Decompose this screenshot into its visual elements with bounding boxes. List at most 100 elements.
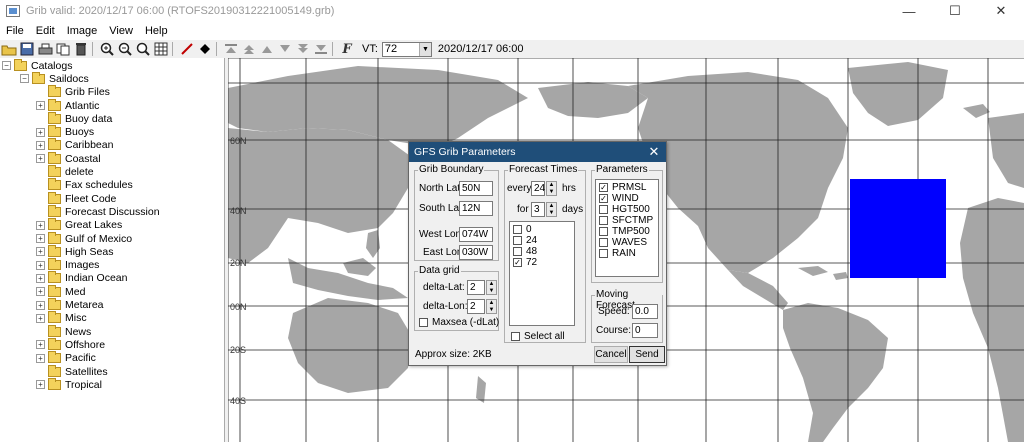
parameter-checkbox[interactable] — [599, 249, 608, 258]
copy-icon[interactable] — [54, 41, 72, 57]
maxsea-checkbox[interactable] — [419, 318, 428, 327]
forecast-time-checkbox[interactable]: ✓ — [513, 258, 522, 267]
expand-icon[interactable]: + — [36, 234, 45, 244]
tree-item[interactable]: + Metarea — [36, 298, 104, 311]
delta-lat-spinner[interactable]: ▲ ▼ — [486, 280, 497, 295]
parameter-checkbox[interactable]: ✓ — [599, 194, 608, 203]
select-all-checkbox[interactable] — [511, 332, 520, 341]
speed-input[interactable]: 0.0 — [632, 304, 658, 319]
spin-up-icon[interactable]: ▲ — [549, 182, 555, 188]
maxsea-checkbox-row[interactable]: Maxsea (-dLat) — [419, 317, 499, 328]
tree-item[interactable]: + Great Lakes — [36, 218, 122, 232]
print-icon[interactable] — [36, 41, 54, 57]
expand-icon[interactable]: + — [36, 273, 45, 283]
tree-item[interactable]: + Buoys — [36, 125, 94, 139]
parameter-checkbox[interactable] — [599, 216, 608, 225]
forecast-time-checkbox[interactable] — [513, 247, 522, 256]
expand-icon[interactable]: + — [36, 380, 45, 390]
for-days-input[interactable]: 3 — [531, 202, 545, 217]
collapse-icon[interactable]: − — [2, 61, 11, 71]
forecast-time-item[interactable]: 48 — [510, 246, 574, 257]
spin-up-icon[interactable]: ▲ — [549, 203, 555, 209]
spin-up-icon[interactable]: ▲ — [489, 281, 495, 287]
parameters-list[interactable]: ✓ PRMSL ✓ WIND HGT500 SFCTMP TMP500 WAVES RAIN — [595, 179, 659, 277]
parameter-checkbox[interactable] — [599, 227, 608, 236]
expand-icon[interactable]: + — [36, 220, 45, 230]
menu-file[interactable]: File — [0, 25, 30, 37]
first-frame-icon[interactable] — [222, 41, 240, 57]
trash-icon[interactable] — [72, 41, 90, 57]
tree-saildocs[interactable]: − Saildocs — [20, 71, 89, 85]
draw-line-icon[interactable] — [178, 41, 196, 57]
tree-item[interactable]: + Tropical — [36, 377, 102, 391]
select-all-row[interactable]: Select all — [511, 331, 565, 342]
minimize-button[interactable]: — — [886, 0, 932, 22]
tree-item[interactable]: + Images — [36, 258, 99, 272]
menu-edit[interactable]: Edit — [30, 25, 61, 37]
parameter-checkbox[interactable] — [599, 238, 608, 247]
expand-icon[interactable]: + — [36, 260, 45, 270]
menu-image[interactable]: Image — [61, 25, 104, 37]
tree-item[interactable]: delete — [48, 165, 94, 178]
delta-lon-input[interactable]: 2 — [467, 299, 485, 314]
double-down-icon[interactable] — [294, 41, 312, 57]
every-hours-input[interactable]: 24 — [531, 181, 545, 196]
tree-item[interactable]: Grib Files — [48, 85, 110, 99]
expand-icon[interactable]: + — [36, 247, 45, 257]
zoom-out-icon[interactable] — [116, 41, 134, 57]
tree-root[interactable]: − Catalogs — [2, 58, 72, 72]
expand-icon[interactable]: + — [36, 127, 45, 137]
parameter-item[interactable]: HGT500 — [596, 204, 658, 215]
course-input[interactable]: 0 — [632, 323, 658, 338]
parameter-item[interactable]: TMP500 — [596, 226, 658, 237]
tree-item[interactable]: Forecast Discussion — [48, 204, 160, 218]
forecast-time-checkbox[interactable] — [513, 225, 522, 234]
forecast-time-item[interactable]: 24 — [510, 235, 574, 246]
delta-lon-spinner[interactable]: ▲ ▼ — [486, 299, 497, 314]
function-icon[interactable]: F — [338, 41, 356, 57]
east-lon-input[interactable]: 030W — [459, 245, 493, 260]
close-button[interactable]: ✕ — [978, 0, 1024, 22]
save-icon[interactable] — [18, 41, 36, 57]
parameter-item[interactable]: WAVES — [596, 237, 658, 248]
forecast-time-item[interactable]: ✓ 72 — [510, 257, 574, 268]
dialog-title-bar[interactable]: GFS Grib Parameters ✕ — [409, 142, 666, 162]
tree-item[interactable]: News — [48, 324, 91, 338]
grib-boundary-selection[interactable] — [850, 179, 946, 278]
down-icon[interactable] — [276, 41, 294, 57]
delta-lat-input[interactable]: 2 — [467, 280, 485, 295]
spin-down-icon[interactable]: ▼ — [549, 210, 555, 216]
north-lat-input[interactable]: 50N — [459, 181, 493, 196]
spin-down-icon[interactable]: ▼ — [549, 189, 555, 195]
last-frame-icon[interactable] — [312, 41, 330, 57]
collapse-icon[interactable]: − — [20, 74, 29, 84]
expand-icon[interactable]: + — [36, 340, 45, 350]
expand-icon[interactable]: + — [36, 101, 45, 111]
expand-icon[interactable]: + — [36, 154, 45, 164]
tree-item[interactable]: + Gulf of Mexico — [36, 231, 132, 245]
spin-down-icon[interactable]: ▼ — [489, 288, 495, 294]
menu-help[interactable]: Help — [139, 25, 174, 37]
grid-icon[interactable] — [152, 41, 170, 57]
vt-select[interactable]: 72 ▼ — [381, 41, 432, 57]
parameter-item[interactable]: ✓ PRMSL — [596, 182, 658, 193]
tree-item[interactable]: Buoy data — [48, 111, 112, 125]
open-folder-icon[interactable] — [0, 41, 18, 57]
up-icon[interactable] — [258, 41, 276, 57]
expand-icon[interactable]: + — [36, 300, 45, 310]
forecast-time-checkbox[interactable] — [513, 236, 522, 245]
tree-item[interactable]: Satellites — [48, 364, 108, 378]
tree-item[interactable]: Fax schedules — [48, 178, 133, 192]
cancel-button[interactable]: Cancel — [594, 346, 628, 363]
parameter-item[interactable]: ✓ WIND — [596, 193, 658, 204]
expand-icon[interactable]: + — [36, 353, 45, 363]
spin-up-icon[interactable]: ▲ — [489, 300, 495, 306]
west-lon-input[interactable]: 074W — [459, 227, 493, 242]
parameter-checkbox[interactable] — [599, 205, 608, 214]
diamond-icon[interactable] — [196, 41, 214, 57]
tree-item[interactable]: + Med — [36, 284, 85, 298]
maximize-button[interactable]: ☐ — [932, 0, 978, 22]
dialog-close-button[interactable]: ✕ — [646, 143, 662, 160]
forecast-times-list[interactable]: 0 24 48 ✓ 72 — [509, 221, 575, 326]
zoom-in-icon[interactable] — [98, 41, 116, 57]
